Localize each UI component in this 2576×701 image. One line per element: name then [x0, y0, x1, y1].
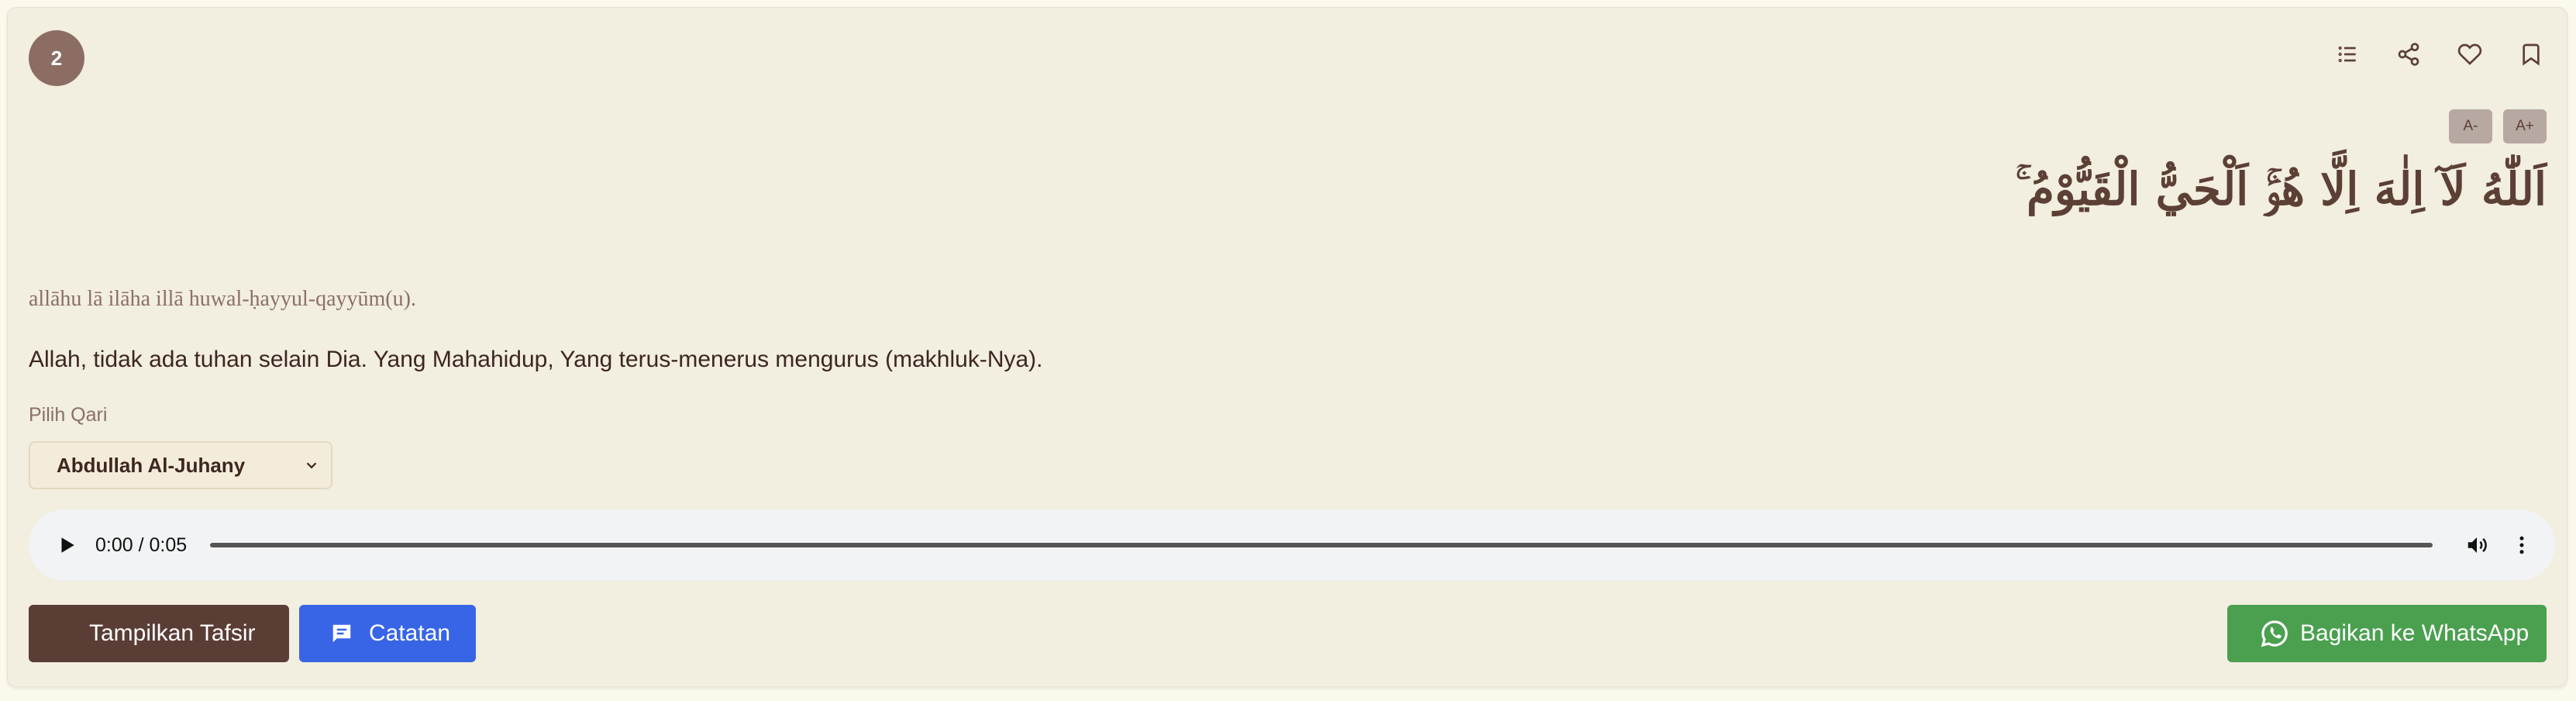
volume-button[interactable]: [2464, 532, 2490, 558]
qari-selected-value: Abdullah Al-Juhany: [57, 453, 246, 477]
play-button[interactable]: [55, 534, 78, 557]
bookmark-icon[interactable]: [2516, 39, 2547, 70]
share-whatsapp-label: Bagikan ke WhatsApp: [2300, 620, 2530, 646]
show-tafsir-button[interactable]: Tampilkan Tafsir: [29, 605, 289, 662]
notes-label: Catatan: [369, 620, 451, 646]
transliteration-text: allāhu lā ilāha illā huwal-ḥayyul-qayyūm…: [29, 287, 416, 311]
show-tafsir-label: Tampilkan Tafsir: [89, 620, 256, 646]
share-whatsapp-button[interactable]: Bagikan ke WhatsApp: [2227, 605, 2547, 662]
whatsapp-icon: [2261, 620, 2288, 647]
arabic-verse-text: اَللّٰهُ لَآ اِلٰهَ اِلَّا هُوَۚ اَلْحَي…: [2015, 163, 2547, 216]
notes-button[interactable]: Catatan: [299, 605, 476, 662]
audio-progress-bar[interactable]: [210, 543, 2433, 547]
qari-select[interactable]: Abdullah Al-Juhany: [29, 441, 332, 489]
audio-player: 0:00 / 0:05: [29, 509, 2555, 581]
verse-number: 2: [50, 46, 63, 70]
audio-more-button[interactable]: [2509, 532, 2535, 558]
font-size-controls: A- A+: [2449, 109, 2547, 143]
heart-icon[interactable]: [2454, 39, 2485, 70]
verse-toolbar: [2332, 39, 2547, 70]
chevron-down-icon: [306, 462, 317, 469]
list-icon[interactable]: [2332, 39, 2363, 70]
more-vertical-icon: [2519, 536, 2524, 554]
volume-icon: [2468, 537, 2487, 553]
qari-label: Pilih Qari: [29, 404, 108, 426]
share-icon[interactable]: [2393, 39, 2424, 70]
audio-time: 0:00 / 0:05: [95, 534, 188, 556]
translation-text: Allah, tidak ada tuhan selain Dia. Yang …: [29, 347, 1043, 372]
verse-card: 2 A- A+ اَللّٰهُ لَآ اِلٰهَ اِلَّا هُوَۚ…: [7, 7, 2567, 687]
message-icon: [332, 624, 351, 643]
play-icon: [61, 537, 74, 553]
font-increase-button[interactable]: A+: [2503, 109, 2547, 143]
font-decrease-button[interactable]: A-: [2449, 109, 2492, 143]
verse-number-badge: 2: [29, 30, 84, 86]
